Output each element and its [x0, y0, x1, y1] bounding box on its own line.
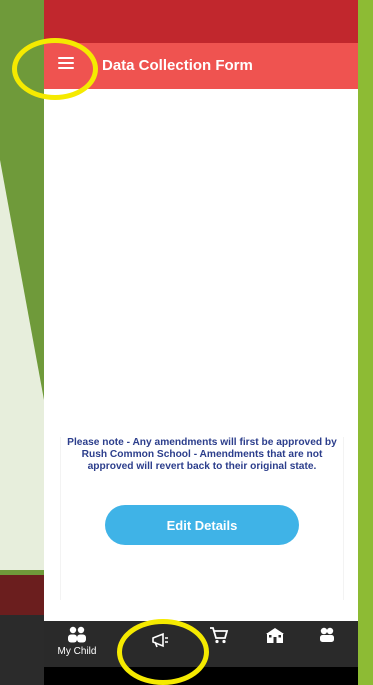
page-title: Data Collection Form [102, 57, 253, 74]
school-icon [266, 628, 284, 643]
notice-text: Please note - Any amendments will first … [67, 437, 337, 472]
highlight-circle-menu [12, 38, 98, 100]
notice-card: Please note - Any amendments will first … [60, 437, 344, 600]
status-bar [44, 0, 358, 43]
highlight-circle-announcements [117, 619, 209, 685]
contact-icon [320, 627, 334, 642]
edit-details-button[interactable]: Edit Details [105, 505, 299, 545]
form-content: Please note - Any amendments will first … [44, 89, 358, 619]
background-bottom-red [0, 575, 44, 615]
tab-my-child[interactable]: My Child [46, 623, 108, 667]
people-icon [68, 626, 86, 643]
background-strip [356, 0, 373, 685]
tab-label-my-child: My Child [57, 646, 97, 657]
phone-screen: Data Collection Form Please note - Any a… [44, 0, 358, 685]
cart-icon [210, 627, 229, 644]
tab-contacts[interactable] [296, 623, 358, 667]
